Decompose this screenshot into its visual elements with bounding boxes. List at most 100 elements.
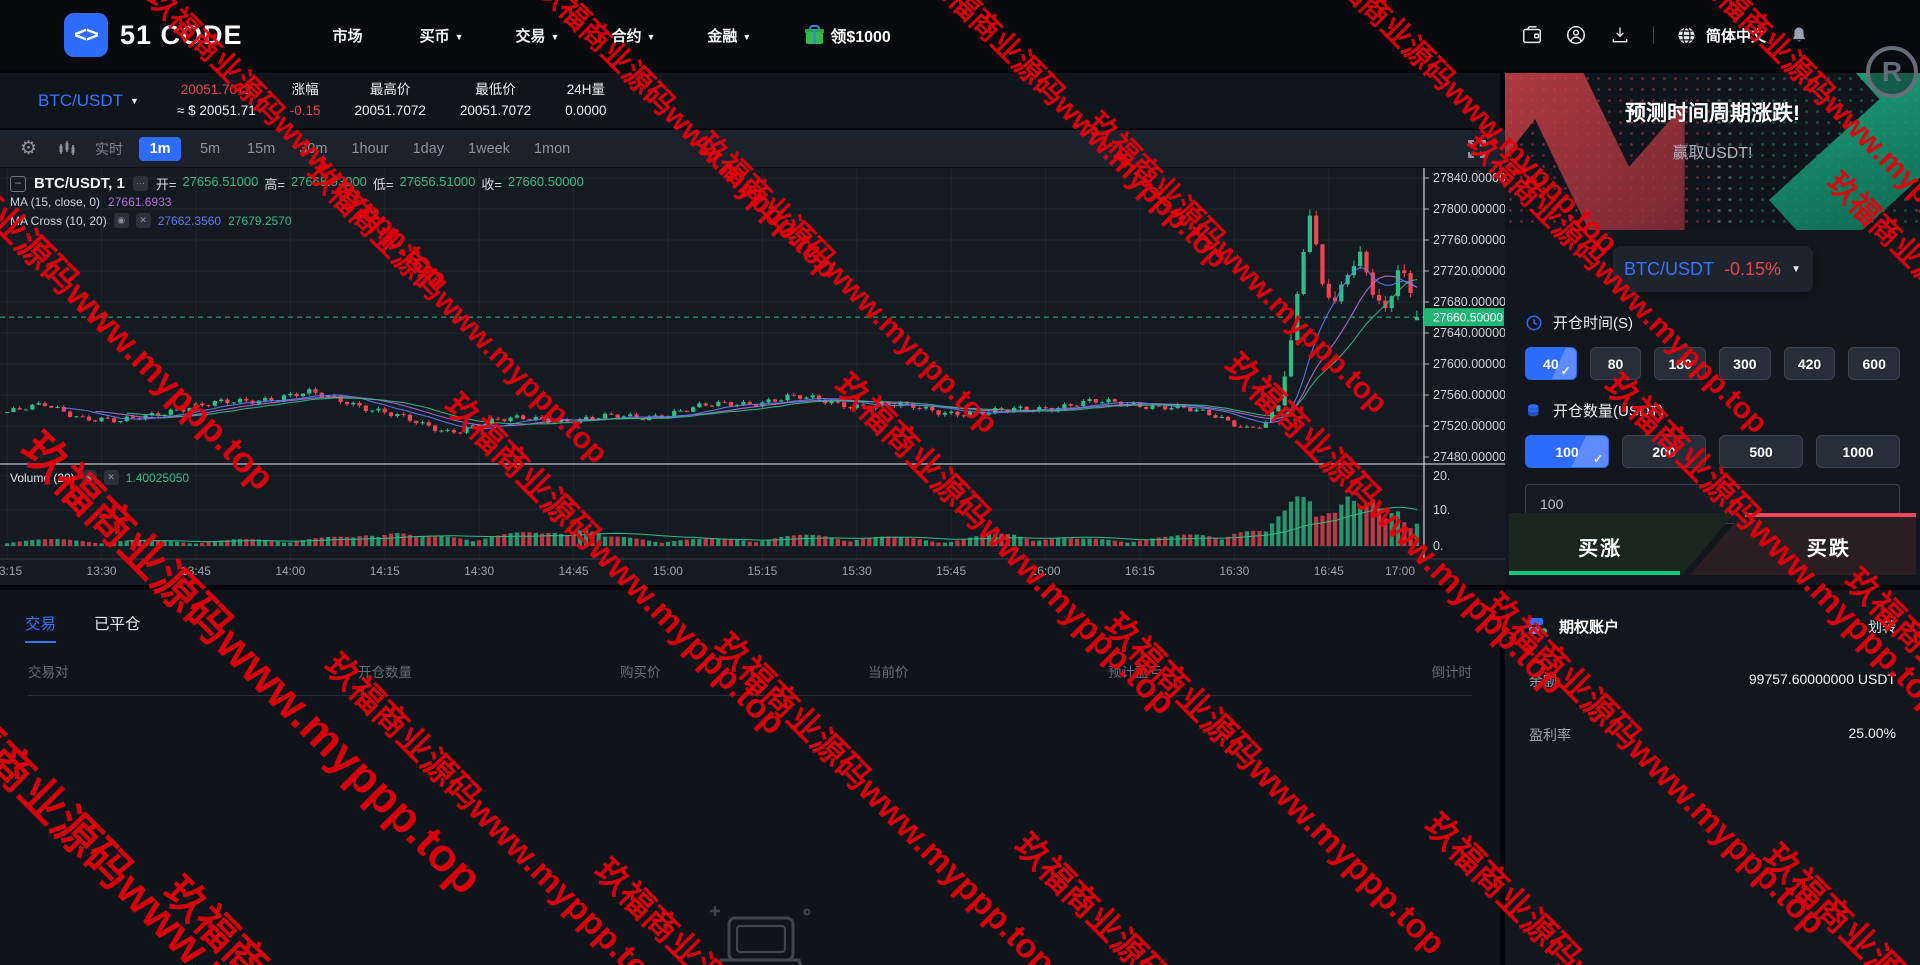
- time-option-button[interactable]: 600: [1848, 347, 1900, 380]
- ticker-volume: 24H量 0.0000: [565, 80, 606, 122]
- download-app-icon[interactable]: [1609, 24, 1631, 46]
- svg-text:27680.00000: 27680.00000: [1433, 295, 1505, 309]
- timeframe-button[interactable]: 30m: [291, 137, 335, 161]
- realtime-tab[interactable]: 实时: [95, 139, 123, 159]
- positions-table-header: 交易对 开仓数量 购买价 当前价 预计盈亏 倒计时: [28, 661, 1472, 681]
- account-icon[interactable]: [1565, 24, 1587, 46]
- menu-item-label: 市场: [333, 28, 363, 45]
- time-option-button[interactable]: 420: [1784, 347, 1836, 380]
- buy-actions: 买涨 买跌: [1509, 513, 1916, 575]
- claim-bonus-button[interactable]: 领$1000: [806, 23, 891, 47]
- svg-text:27660.50000: 27660.50000: [1433, 311, 1503, 325]
- chart-legend: − BTC/USDT, 1 ⋯ 开=27656.51000 高=27668.93…: [10, 174, 584, 193]
- pair-dropdown[interactable]: BTC/USDT -0.15% ▼: [1613, 246, 1813, 292]
- language-selector[interactable]: 简体中文: [1676, 24, 1766, 46]
- close-icon[interactable]: ✕: [136, 213, 151, 228]
- logo-icon: <>: [64, 13, 108, 57]
- menu-item[interactable]: 金融▼: [707, 25, 751, 46]
- chart-svg: 27840.0000027800.0000027760.0000027720.0…: [0, 168, 1505, 584]
- svg-text:13:30: 13:30: [87, 564, 117, 578]
- chevron-down-icon: ▼: [455, 32, 464, 42]
- table-divider: [28, 695, 1472, 696]
- transfer-link[interactable]: 划转: [1868, 617, 1896, 637]
- menu-item[interactable]: 交易▼: [516, 25, 560, 46]
- close-icon[interactable]: ✕: [104, 470, 119, 485]
- open-amount-options: 100 200 500 1000: [1525, 435, 1900, 468]
- amount-option-button[interactable]: 1000: [1816, 435, 1900, 468]
- volume-legend: Volume (20) ◉ ✕ 1.40025050: [10, 470, 189, 485]
- timeframe-button[interactable]: 1day: [405, 137, 452, 161]
- close-value: 27660.50000: [508, 174, 584, 193]
- chart-settings-gear-icon[interactable]: ⚙: [20, 137, 37, 160]
- buy-down-label: 买跌: [1807, 532, 1851, 561]
- main-menu: 市场 买币▼ 交易▼ 合约 ▼ 金融▼: [333, 25, 752, 46]
- svg-text:15:30: 15:30: [842, 564, 872, 578]
- menu-item[interactable]: 市场: [333, 25, 368, 46]
- svg-text:27640.00000: 27640.00000: [1433, 326, 1505, 340]
- wallet-cards-icon: [1529, 618, 1549, 636]
- time-option-button[interactable]: 40: [1525, 347, 1577, 380]
- open-time-section-label: 开仓时间(S): [1525, 312, 1920, 333]
- volume-value: 0.0000: [565, 101, 606, 122]
- timeframe-label: 30m: [299, 141, 327, 157]
- chart-type-icon[interactable]: [57, 140, 77, 158]
- navbar: <> 51 CODE 市场 买币▼ 交易▼ 合约 ▼: [0, 0, 1920, 70]
- menu-item[interactable]: 买币▼: [420, 25, 464, 46]
- amount-option-button[interactable]: 200: [1622, 435, 1706, 468]
- svg-text:13:45: 13:45: [181, 564, 211, 578]
- svg-text:14:15: 14:15: [370, 564, 400, 578]
- positions-tab[interactable]: 已平仓: [94, 612, 141, 643]
- ticker-bar: BTC/USDT ▼ 20051.7072 ≈ $ 20051.71 涨幅 -0…: [0, 73, 1500, 128]
- timeframe-button[interactable]: 5m: [189, 137, 231, 161]
- fullscreen-icon[interactable]: [1465, 137, 1489, 166]
- notifications-bell-icon[interactable]: [1788, 24, 1810, 46]
- time-option-button[interactable]: 80: [1590, 347, 1642, 380]
- time-option-button[interactable]: 300: [1719, 347, 1771, 380]
- svg-text:15:45: 15:45: [936, 564, 966, 578]
- low-label: 最低价: [460, 80, 531, 101]
- eye-icon[interactable]: ◉: [82, 470, 97, 485]
- logo[interactable]: <> 51 CODE: [64, 13, 243, 57]
- svg-text:14:45: 14:45: [559, 564, 589, 578]
- svg-text:10.: 10.: [1433, 503, 1450, 517]
- svg-text:14:30: 14:30: [464, 564, 494, 578]
- high-label: 最高价: [355, 80, 426, 101]
- timeframe-button[interactable]: 15m: [239, 137, 283, 161]
- menu-item-label: 合约: [611, 28, 641, 45]
- positions-tabs: 交易 已平仓: [25, 612, 1500, 643]
- ticker-low: 最低价 20051.7072: [460, 80, 531, 122]
- eye-icon[interactable]: ◉: [114, 213, 129, 228]
- indicator-settings-icon[interactable]: ⋯: [133, 176, 148, 191]
- amount-option-button[interactable]: 100: [1525, 435, 1609, 468]
- collapse-icon[interactable]: −: [10, 176, 26, 192]
- svg-text:14:00: 14:00: [275, 564, 305, 578]
- time-option-button[interactable]: 180: [1654, 347, 1706, 380]
- claim-bonus-label: 领$1000: [830, 23, 891, 47]
- change-value: -0.15: [290, 101, 321, 122]
- ohlc-values: 开=27656.51000 高=27668.93000 低=27656.5100…: [156, 174, 584, 193]
- pair-name: BTC/USDT: [1624, 259, 1714, 280]
- brand-r-badge[interactable]: R: [1866, 46, 1918, 98]
- timeframe-button[interactable]: 1m: [139, 137, 181, 161]
- coins-icon: [1525, 402, 1543, 420]
- timeframe-button[interactable]: 1week: [460, 137, 518, 161]
- amount-option-button[interactable]: 500: [1719, 435, 1803, 468]
- account-title: 期权账户: [1559, 616, 1619, 637]
- timeframe-label: 15m: [247, 141, 275, 157]
- price-usd: ≈ $ 20051.71: [177, 101, 256, 122]
- high-value: 27668.93000: [291, 174, 367, 193]
- chevron-down-icon: ▼: [646, 32, 655, 42]
- timeframe-button[interactable]: 1hour: [343, 137, 396, 161]
- column-header: 交易对: [28, 661, 358, 681]
- positions-tab[interactable]: 交易: [25, 612, 56, 643]
- timeframe-button[interactable]: 1mon: [526, 137, 578, 161]
- low-value: 27656.51000: [399, 174, 475, 193]
- balance-label: 余额: [1529, 671, 1557, 691]
- menu-item[interactable]: 合约 ▼: [611, 25, 655, 46]
- timeframe-label: 5m: [200, 141, 220, 157]
- candlestick-chart[interactable]: 27840.0000027800.0000027760.0000027720.0…: [0, 168, 1505, 584]
- ticker-price: 20051.7072 ≈ $ 20051.71: [177, 80, 256, 122]
- wallet-icon[interactable]: [1521, 24, 1543, 46]
- pair-selector[interactable]: BTC/USDT ▼: [38, 91, 143, 111]
- chart-toolbar: ⚙ 实时 1m 5m 15m 30m 1hour 1day: [0, 130, 1505, 168]
